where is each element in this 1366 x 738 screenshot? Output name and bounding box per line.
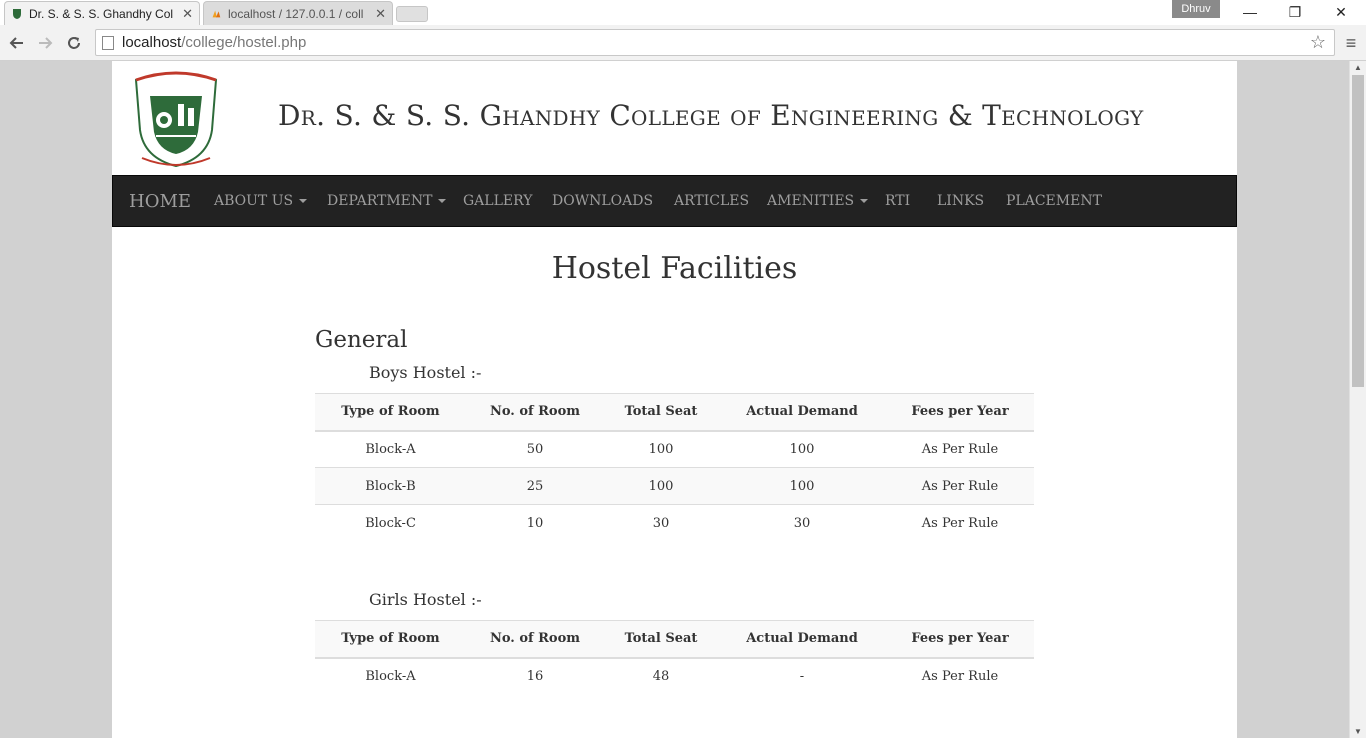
url-path: /college/hostel.php	[181, 34, 307, 51]
url-host: localhost	[122, 34, 182, 51]
college-favicon-icon	[11, 8, 23, 20]
table-cell: As Per Rule	[886, 657, 1034, 695]
column-header: No. of Room	[466, 393, 604, 432]
nav-placement[interactable]: PLACEMENT	[1006, 176, 1102, 226]
tab-title: localhost / 127.0.0.1 / coll	[228, 6, 364, 21]
nav-label: ABOUT US	[214, 193, 294, 209]
page-container: Dr. S. & S. S. Ghandhy College of Engine…	[112, 61, 1237, 738]
caret-down-icon	[860, 199, 869, 203]
tab-phpmyadmin[interactable]: localhost / 127.0.0.1 / coll ✕	[203, 1, 393, 25]
close-window-icon[interactable]: ✕	[1318, 0, 1364, 24]
tab-college[interactable]: Dr. S. & S. S. Ghandhy Col ✕	[4, 1, 200, 25]
table-cell: As Per Rule	[886, 430, 1034, 468]
girls-hostel-title: Girls Hostel :-	[369, 590, 482, 609]
tab-close-icon[interactable]: ✕	[375, 6, 386, 22]
address-bar[interactable]: localhost/college/hostel.php ☆	[95, 29, 1335, 56]
caret-down-icon	[438, 199, 447, 203]
bookmark-star-icon[interactable]: ☆	[1310, 32, 1326, 53]
column-header: Fees per Year	[886, 620, 1034, 659]
phpmyadmin-favicon-icon	[210, 8, 222, 20]
column-header: Type of Room	[315, 620, 466, 659]
nav-downloads[interactable]: DOWNLOADS	[552, 176, 653, 226]
nav-rti[interactable]: RTI	[885, 176, 910, 226]
reload-icon[interactable]	[62, 31, 86, 55]
nav-department[interactable]: DEPARTMENT	[327, 176, 447, 226]
nav-amenities[interactable]: AMENITIES	[767, 176, 869, 226]
boys-hostel-title: Boys Hostel :-	[369, 363, 482, 382]
scroll-up-arrow-icon[interactable]: ▲	[1354, 63, 1362, 72]
table-cell: 100	[718, 467, 886, 505]
table-cell: 100	[604, 467, 718, 505]
table-cell: 100	[718, 430, 886, 468]
table-cell: 10	[466, 504, 604, 542]
column-header: Actual Demand	[718, 620, 886, 659]
nav-articles[interactable]: ARTICLES	[674, 176, 749, 226]
restore-icon[interactable]: ❐	[1272, 0, 1318, 24]
college-logo[interactable]	[128, 66, 224, 170]
table-cell: 30	[718, 504, 886, 542]
table-cell: 30	[604, 504, 718, 542]
minimize-icon[interactable]: —	[1227, 0, 1273, 24]
new-tab-button[interactable]	[396, 6, 428, 22]
table-cell: 100	[604, 430, 718, 468]
page-viewport: Dr. S. & S. S. Ghandhy College of Engine…	[0, 61, 1349, 738]
nav-gallery[interactable]: GALLERY	[463, 176, 532, 226]
forward-arrow-icon[interactable]	[33, 31, 57, 55]
table-cell: Block-A	[315, 430, 466, 468]
page-icon	[102, 35, 114, 50]
main-navbar: HOME ABOUT US DEPARTMENT GALLERY DOWNLOA…	[112, 175, 1237, 227]
table-row: Block-B 25 100 100 As Per Rule	[315, 467, 1034, 505]
girls-hostel-table: Type of Room No. of Room Total Seat Actu…	[315, 620, 1034, 695]
table-row: Block-A 50 100 100 As Per Rule	[315, 430, 1034, 468]
column-header: Type of Room	[315, 393, 466, 432]
vertical-scrollbar[interactable]: ▲ ▼	[1349, 61, 1366, 738]
nav-links[interactable]: LINKS	[937, 176, 984, 226]
profile-badge[interactable]: Dhruv	[1172, 0, 1220, 18]
table-cell: Block-C	[315, 504, 466, 542]
table-cell: As Per Rule	[886, 504, 1034, 542]
scroll-down-arrow-icon[interactable]: ▼	[1354, 727, 1362, 736]
boys-hostel-table: Type of Room No. of Room Total Seat Actu…	[315, 393, 1034, 542]
table-cell: 50	[466, 430, 604, 468]
column-header: Fees per Year	[886, 393, 1034, 432]
table-row: Block-C 10 30 30 As Per Rule	[315, 504, 1034, 542]
table-cell: Block-A	[315, 657, 466, 695]
column-header: Total Seat	[604, 620, 718, 659]
table-cell: 48	[604, 657, 718, 695]
browser-menu-icon[interactable]: ≡	[1341, 31, 1361, 55]
table-cell: Block-B	[315, 467, 466, 505]
browser-toolbar: localhost/college/hostel.php ☆ ≡	[0, 25, 1366, 61]
section-title: General	[315, 327, 408, 353]
nav-about-us[interactable]: ABOUT US	[214, 176, 308, 226]
nav-label: DEPARTMENT	[327, 193, 433, 209]
caret-down-icon	[299, 199, 308, 203]
site-header: Dr. S. & S. S. Ghandhy College of Engine…	[112, 61, 1237, 175]
page-title: Hostel Facilities	[551, 251, 798, 286]
table-cell: 16	[466, 657, 604, 695]
table-header-row: Type of Room No. of Room Total Seat Actu…	[315, 620, 1034, 659]
table-row: Block-A 16 48 - As Per Rule	[315, 657, 1034, 695]
table-cell: As Per Rule	[886, 467, 1034, 505]
column-header: Total Seat	[604, 393, 718, 432]
nav-home[interactable]: HOME	[129, 176, 191, 226]
browser-titlebar: Dr. S. & S. S. Ghandhy Col ✕ localhost /…	[0, 0, 1366, 25]
table-header-row: Type of Room No. of Room Total Seat Actu…	[315, 393, 1034, 432]
column-header: Actual Demand	[718, 393, 886, 432]
tab-close-icon[interactable]: ✕	[182, 6, 193, 22]
college-name: Dr. S. & S. S. Ghandhy College of Engine…	[278, 99, 1144, 132]
back-arrow-icon[interactable]	[5, 31, 29, 55]
table-cell: -	[718, 657, 886, 695]
tab-title: Dr. S. & S. S. Ghandhy Col	[29, 6, 174, 21]
nav-label: AMENITIES	[767, 193, 855, 209]
column-header: No. of Room	[466, 620, 604, 659]
scrollbar-thumb[interactable]	[1352, 75, 1364, 387]
table-cell: 25	[466, 467, 604, 505]
